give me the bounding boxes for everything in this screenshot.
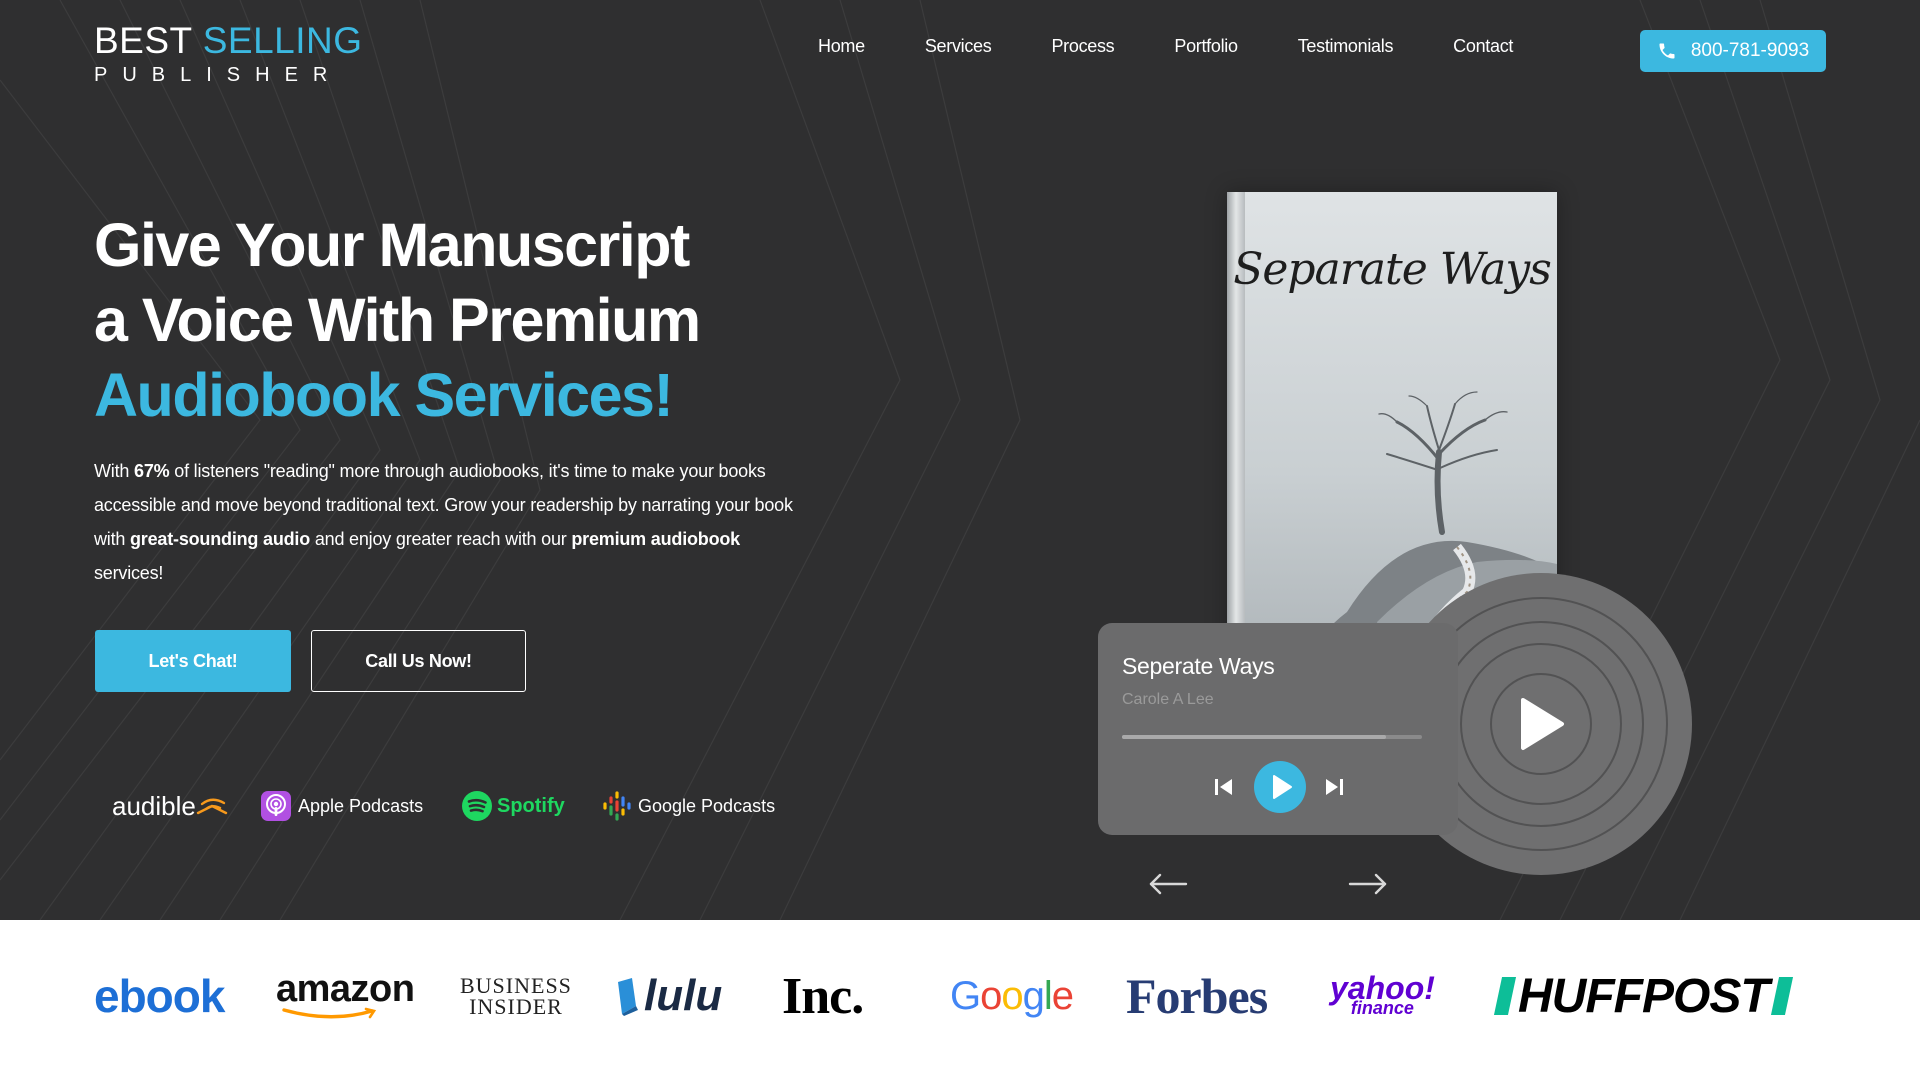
phone-icon	[1659, 43, 1675, 59]
audible-logo: audible	[112, 782, 228, 830]
arrow-right-icon[interactable]	[1346, 868, 1390, 900]
amazon-smile-icon	[282, 1007, 377, 1019]
book-cover-title: Separate Ways	[1233, 244, 1552, 295]
call-us-now-button[interactable]: Call Us Now!	[311, 630, 526, 692]
progress-bar[interactable]	[1122, 735, 1422, 739]
nav-contact[interactable]: Contact	[1453, 36, 1513, 57]
nav-home[interactable]: Home	[818, 36, 865, 57]
phone-number: 800-781-9093	[1690, 40, 1810, 61]
logo-wordmark-bottom: PUBLISHER	[94, 64, 343, 86]
hero-intro-text: With 67% of listeners "reading" more thr…	[94, 461, 793, 583]
google-letter: l	[1043, 973, 1053, 1018]
hero-section: BEST SELLING PUBLISHER Home Services Pro…	[0, 0, 1920, 920]
next-track-icon[interactable]	[1320, 773, 1348, 801]
audible-icon	[196, 798, 228, 815]
huffpost-bar-left	[1493, 977, 1517, 1015]
huffpost-bar-right	[1770, 977, 1793, 1015]
previous-track-icon[interactable]	[1210, 773, 1238, 801]
google-letter: e	[1051, 973, 1074, 1018]
inc-logo: Inc.	[782, 967, 864, 1025]
google-letter: G	[950, 973, 981, 1018]
google-podcasts-icon	[603, 791, 631, 821]
headline-line-2: a Voice With Premium	[94, 286, 701, 354]
disc-play-icon	[1521, 698, 1564, 750]
apple-podcasts-icon	[261, 791, 291, 821]
nav-testimonials[interactable]: Testimonials	[1298, 36, 1394, 57]
phone-button[interactable]: 800-781-9093	[1640, 30, 1826, 72]
headline-accent: Audiobook Services!	[94, 361, 674, 429]
spotify-logo: Spotify	[461, 782, 565, 830]
amazon-logo: amazon	[276, 968, 415, 1024]
nav-process[interactable]: Process	[1051, 36, 1114, 57]
logo-wordmark-top: BEST SELLING	[94, 20, 363, 61]
google-letter: g	[1022, 973, 1045, 1018]
nav-portfolio[interactable]: Portfolio	[1174, 36, 1238, 57]
arrow-left-icon[interactable]	[1146, 868, 1190, 900]
google-letter: o	[980, 973, 1002, 1018]
lets-chat-button[interactable]: Let's Chat!	[95, 630, 291, 692]
lulu-book-icon	[618, 978, 638, 1016]
play-icon	[1273, 775, 1292, 799]
google-podcasts-logo: Google Podcasts	[602, 782, 775, 830]
hero-headline: Give Your Manuscript a Voice With Premiu…	[94, 208, 701, 433]
business-insider-logo: BUSINESS INSIDER	[460, 973, 572, 1019]
brand-logo[interactable]: BEST SELLING PUBLISHER	[94, 22, 363, 88]
track-title: Seperate Ways	[1122, 653, 1275, 679]
spotify-icon	[462, 791, 492, 821]
huffpost-logo: HUFFPOST	[1492, 968, 1795, 1024]
apple-podcasts-logo: Apple Podcasts	[260, 782, 423, 830]
track-artist: Carole A Lee	[1122, 691, 1214, 708]
yahoo-finance-logo: yahoo! finance	[1330, 970, 1435, 1018]
audio-player: Seperate Ways Carole A Lee	[1098, 623, 1458, 835]
featured-brands-strip: ebook amazon BUSINESS INSIDER lulu Inc. …	[0, 920, 1920, 1088]
forbes-logo: Forbes	[1126, 968, 1268, 1024]
play-button[interactable]	[1254, 761, 1306, 813]
ebook-logo: ebook	[94, 970, 225, 1022]
nav-services[interactable]: Services	[925, 36, 992, 57]
lulu-logo: lulu	[614, 968, 722, 1024]
google-logo: Google	[950, 968, 1074, 1024]
headline-line-1: Give Your Manuscript	[94, 211, 690, 279]
progress-fill	[1122, 735, 1386, 739]
main-nav: Home Services Process Portfolio Testimon…	[790, 36, 1573, 57]
google-letter: o	[1001, 973, 1023, 1018]
